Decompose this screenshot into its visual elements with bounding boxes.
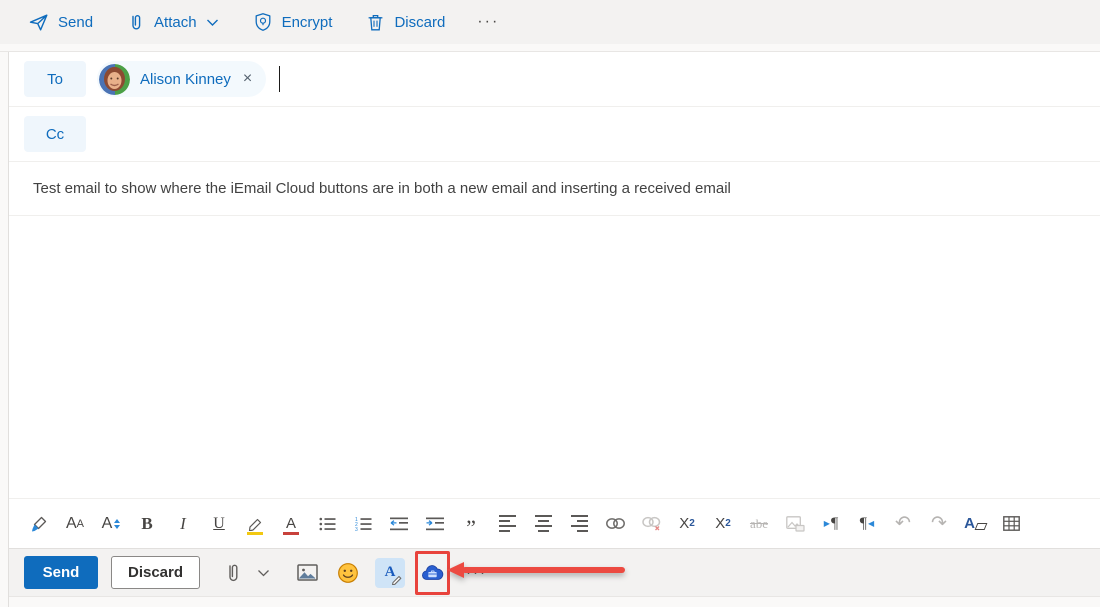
compose-content: To Alison Kinney × Cc Test email to show <box>9 52 1100 607</box>
avatar <box>99 64 130 95</box>
align-left-icon[interactable] <box>492 508 522 540</box>
send-icon <box>28 12 49 33</box>
recipient-pill[interactable]: Alison Kinney × <box>97 61 266 97</box>
undo-icon[interactable]: ↶ <box>888 508 918 540</box>
subject-input[interactable]: Test email to show where the iEmail Clou… <box>9 162 1100 216</box>
pen-icon <box>391 573 403 585</box>
insert-picture-inline-icon[interactable] <box>780 508 810 540</box>
font-icon[interactable]: AA <box>60 508 90 540</box>
compose-command-bar: Send Attach Encrypt Discard ··· <box>0 0 1100 44</box>
font-size-icon[interactable]: A <box>96 508 126 540</box>
remove-link-icon[interactable] <box>636 508 666 540</box>
format-painter-icon[interactable] <box>24 508 54 540</box>
bottom-margin <box>9 596 1100 607</box>
highlight-icon[interactable] <box>240 508 270 540</box>
insert-table-icon[interactable] <box>996 508 1026 540</box>
message-body[interactable] <box>9 216 1100 498</box>
left-to-right-icon[interactable]: ▶¶ <box>816 508 846 540</box>
clear-formatting-icon[interactable]: A <box>960 508 990 540</box>
to-input[interactable] <box>280 52 1100 106</box>
bold-icon[interactable]: B <box>132 508 162 540</box>
discard-command[interactable]: Discard <box>354 6 457 38</box>
chevron-down-icon <box>206 18 219 27</box>
attach-file-icon[interactable] <box>218 555 248 591</box>
compose-action-bar: Send Discard A ··· <box>9 548 1100 596</box>
toolbar-overflow-button[interactable]: ··· <box>467 7 509 37</box>
to-button[interactable]: To <box>24 61 86 97</box>
decrease-indent-icon[interactable] <box>384 508 414 540</box>
font-color-icon[interactable]: A <box>276 508 306 540</box>
cc-input[interactable] <box>86 107 1100 161</box>
recipient-name: Alison Kinney <box>140 71 231 88</box>
pane-splitter[interactable] <box>0 52 9 607</box>
right-to-left-icon[interactable]: ¶◀ <box>852 508 882 540</box>
header-divider <box>0 44 1100 52</box>
redo-icon[interactable]: ↷ <box>924 508 954 540</box>
iemail-cloud-addin-button[interactable] <box>418 555 448 591</box>
trash-icon <box>366 12 385 32</box>
send-command[interactable]: Send <box>16 6 105 39</box>
insert-picture-icon[interactable] <box>292 555 322 591</box>
iemail-cloud-icon <box>421 564 444 582</box>
superscript-icon[interactable]: X2 <box>672 508 702 540</box>
outlook-compose-window: Send Attach Encrypt Discard ··· To <box>0 0 1100 607</box>
numbering-icon[interactable]: 123 <box>348 508 378 540</box>
formatting-options-toggle[interactable]: A <box>375 558 405 588</box>
attach-command[interactable]: Attach <box>115 6 231 38</box>
attach-dropdown-chevron-icon[interactable] <box>248 555 278 591</box>
italic-icon[interactable]: I <box>168 508 198 540</box>
svg-text:3: 3 <box>355 527 358 531</box>
actionbar-overflow-button[interactable]: ··· <box>460 560 493 585</box>
paperclip-icon <box>127 12 145 32</box>
annotation-red-box <box>415 551 450 595</box>
compose-pane: To Alison Kinney × Cc Test email to show <box>0 52 1100 607</box>
encrypt-shield-icon <box>253 12 273 32</box>
increase-indent-icon[interactable] <box>420 508 450 540</box>
align-center-icon[interactable] <box>528 508 558 540</box>
emoji-icon[interactable] <box>333 555 363 591</box>
subject-text: Test email to show where the iEmail Clou… <box>33 180 731 197</box>
strikethrough-icon[interactable]: abe <box>744 508 774 540</box>
send-button[interactable]: Send <box>24 556 98 589</box>
subscript-icon[interactable]: X2 <box>708 508 738 540</box>
insert-link-icon[interactable] <box>600 508 630 540</box>
remove-recipient-icon[interactable]: × <box>241 70 254 88</box>
cc-field-row: Cc <box>9 107 1100 162</box>
align-right-icon[interactable] <box>564 508 594 540</box>
discard-button[interactable]: Discard <box>111 556 200 589</box>
to-field-row: To Alison Kinney × <box>9 52 1100 107</box>
formatting-toolbar: AA A B I U A 123 ” X2 X2 abe <box>9 498 1100 548</box>
cc-button[interactable]: Cc <box>24 116 86 152</box>
bullets-icon[interactable] <box>312 508 342 540</box>
underline-icon[interactable]: U <box>204 508 234 540</box>
quote-icon[interactable]: ” <box>456 508 486 540</box>
encrypt-command[interactable]: Encrypt <box>241 6 345 38</box>
